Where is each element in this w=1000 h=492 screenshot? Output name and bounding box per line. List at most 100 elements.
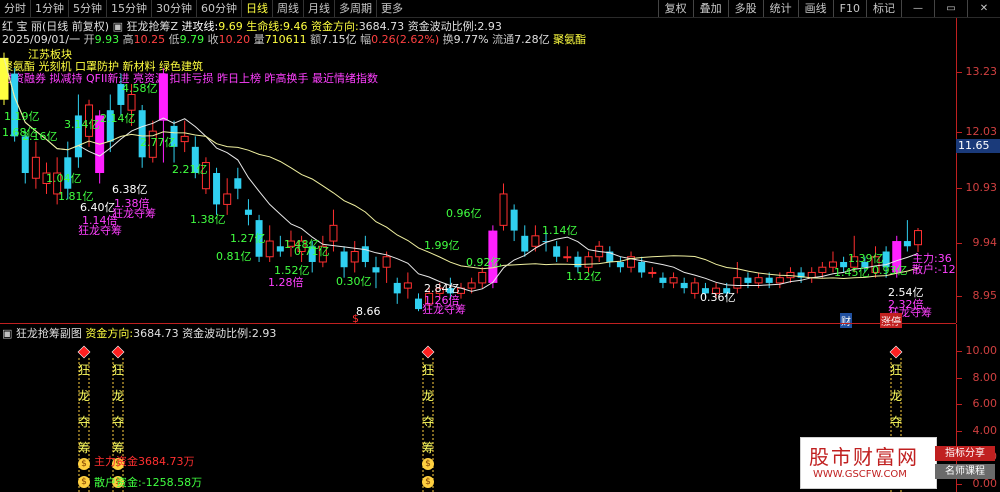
candle-body (414, 298, 422, 310)
site-watermark: 股市财富网 WWW.GSCFW.COM (800, 437, 937, 489)
chart-value-label: 2.16亿 (22, 130, 58, 143)
candle-body (234, 178, 242, 189)
candle-body (733, 277, 742, 289)
price-tick-label: 8.95 (972, 289, 998, 302)
chart-value-label: 0.81亿 (216, 250, 252, 263)
restore-icon[interactable]: ▭ (934, 0, 967, 17)
candle-body (478, 271, 487, 284)
signal-char: 夺 (889, 415, 902, 429)
candle-body (382, 256, 391, 268)
signal-char: 夺 (111, 415, 124, 429)
chart-value-label: 1.04亿 (46, 172, 82, 185)
sub-tick (957, 483, 962, 485)
signal-char: 夺 (421, 415, 434, 429)
chart-value-label: 0.92亿 (466, 256, 502, 269)
candle-body (553, 246, 561, 257)
candle-body (329, 224, 338, 242)
candle-body (531, 235, 540, 247)
candle-body (521, 235, 529, 252)
signal-char: 龙 (77, 389, 90, 403)
chart-value-label: 0.96亿 (446, 207, 482, 220)
current-price-box: 11.65 (956, 139, 1000, 153)
function-tab-1[interactable]: 叠加 (692, 0, 728, 17)
candle-body (818, 266, 827, 273)
candle-body (393, 282, 401, 294)
sub-tick (957, 377, 962, 379)
candle-body (213, 173, 221, 205)
sub-tick-label: 4.00 (972, 423, 998, 437)
period-tab-6[interactable]: 日线 (241, 0, 272, 17)
function-tab-3[interactable]: 统计 (762, 0, 798, 17)
chart-value-label: 1.45亿 (834, 266, 870, 279)
period-tab-3[interactable]: 15分钟 (106, 0, 151, 17)
coin-icon: $ (422, 458, 434, 470)
coin-icon: $ (422, 476, 434, 488)
signal-char: 夺 (77, 415, 90, 429)
candle-body (31, 156, 40, 179)
period-tab-7[interactable]: 周线 (272, 0, 303, 17)
candle-body (574, 256, 582, 268)
chart-value-label: 3.14亿 (64, 118, 100, 131)
chart-value-label: 2.77亿 (140, 136, 176, 149)
candle-body (903, 241, 911, 247)
chart-value-label: 0.36亿 (700, 291, 736, 304)
price-tick (957, 72, 962, 73)
price-tick (957, 188, 962, 189)
sub-tick (957, 351, 962, 352)
candle-body (467, 282, 476, 289)
price-tick-label: 12.03 (965, 125, 998, 138)
chart-value-label: 2.21亿 (172, 163, 208, 176)
candle-body (350, 251, 359, 263)
period-tab-8[interactable]: 月线 (303, 0, 334, 17)
function-tab-2[interactable]: 多股 (727, 0, 763, 17)
candle-body (744, 277, 752, 283)
candle-body (765, 277, 773, 283)
coin-icon: $ (78, 458, 90, 470)
sub-tick (957, 430, 962, 432)
signal-char: 狂 (77, 363, 90, 377)
watermark-tag-share: 指标分享 (935, 446, 995, 461)
retail-fund-text: 散户资金:-1258.58万 (94, 476, 203, 489)
chart-value-label: 1.38亿 (190, 213, 226, 226)
period-tab-0[interactable]: 分时 (0, 0, 30, 17)
chart-value-label: 0.71亿 (294, 245, 330, 258)
period-tab-10[interactable]: 更多 (376, 0, 407, 17)
candle-body (690, 282, 699, 294)
period-toolbar: 分时 1分钟 5分钟 15分钟 30分钟 60分钟 日线 周线 月线 多周期 更多 复权 叠加 多股 统计… (0, 0, 1000, 18)
price-tick-label: 13.23 (965, 65, 998, 78)
candle-body (648, 271, 657, 274)
kline-chart[interactable] (0, 18, 956, 323)
function-tab-0[interactable]: 复权 (657, 0, 693, 17)
period-tab-1[interactable]: 1分钟 (30, 0, 68, 17)
candle-body (669, 277, 678, 284)
signal-gem-icon (77, 345, 91, 359)
signal-char: 狂 (421, 363, 434, 377)
function-tabs: 复权 叠加 多股 统计 画线 F10 标记 — ▭ ✕ (657, 0, 1000, 17)
candle-body (659, 277, 667, 283)
signal-char: 筹 (421, 441, 434, 455)
chart-value-label: 0.93亿 (872, 264, 908, 277)
candle-body (499, 193, 508, 226)
sub-tick-label: 6.00 (972, 397, 998, 410)
sub-tick-label: 10.00 (965, 344, 998, 357)
close-icon[interactable]: ✕ (967, 0, 1000, 17)
period-tab-5[interactable]: 60分钟 (196, 0, 241, 17)
price-axis: 13.23 12.03 10.93 9.94 8.95 (956, 18, 1000, 323)
period-tab-2[interactable]: 5分钟 (68, 0, 106, 17)
period-tab-4[interactable]: 30分钟 (151, 0, 196, 17)
function-tab-4[interactable]: 画线 (797, 0, 833, 17)
candle-body (127, 94, 136, 111)
function-tab-5[interactable]: F10 (832, 0, 866, 17)
candle-body (372, 267, 380, 273)
function-tab-6[interactable]: 标记 (866, 0, 901, 17)
candle-body (340, 251, 348, 268)
signal-char: 龙 (111, 389, 124, 403)
period-tab-9[interactable]: 多周期 (334, 0, 376, 17)
chart-value-label: 1.27亿 (230, 232, 266, 245)
minus-icon[interactable]: — (901, 0, 934, 17)
chart-value-label: 2.14亿 (100, 112, 136, 125)
chart-value-label: 1.12亿 (566, 270, 602, 283)
period-tabs: 分时 1分钟 5分钟 15分钟 30分钟 60分钟 日线 周线 月线 多周期 更多 (0, 0, 407, 17)
candle-body (775, 277, 784, 284)
price-tick (957, 132, 962, 133)
